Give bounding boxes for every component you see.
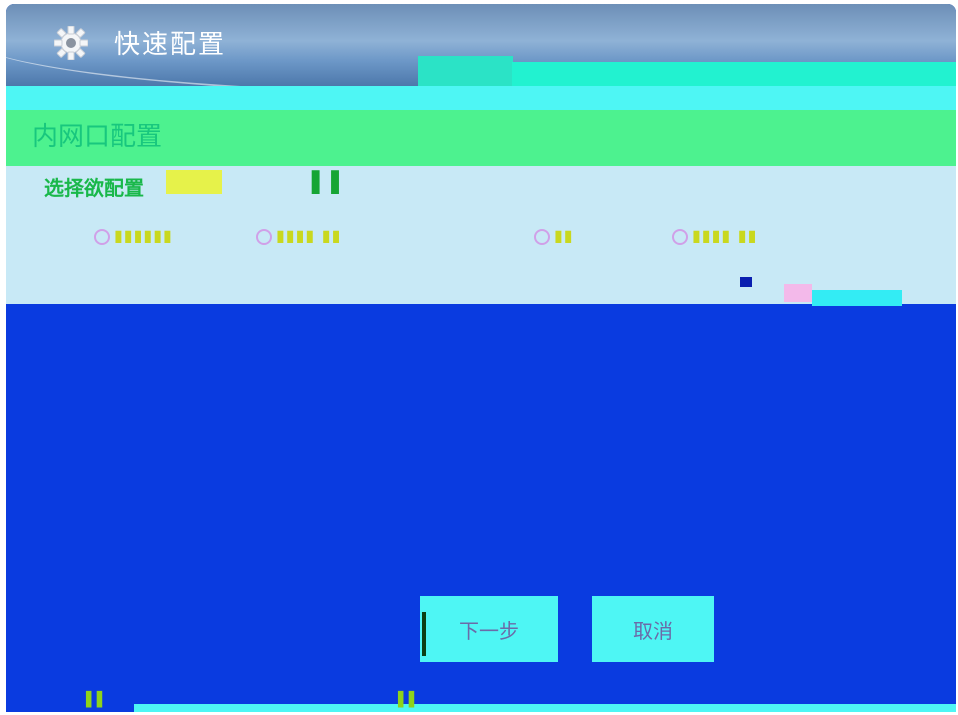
status-marker [740, 277, 752, 287]
gear-icon [54, 26, 88, 60]
config-prompt: 选择欲配置 [44, 176, 144, 200]
title-glitch-block [418, 56, 513, 86]
button-edge [422, 612, 426, 656]
section-title: 内网口配置 [32, 122, 163, 152]
header-band [6, 86, 956, 110]
interface-option-2[interactable]: ▮▮▮▮ ▮▮ [256, 226, 341, 252]
title-bar: 快速配置 [6, 4, 956, 96]
prompt-highlight [166, 170, 222, 194]
option-2-glyphs: ▮▮▮▮ ▮▮ [276, 226, 342, 245]
radio-icon[interactable] [534, 228, 550, 245]
radio-icon[interactable] [94, 228, 110, 245]
interface-option-3[interactable]: ▮▮ [534, 226, 574, 252]
interface-option-1[interactable]: ▮▮▮▮▮▮ [94, 226, 173, 252]
prompt-artifact: ▌▌ [312, 170, 351, 194]
status-highlight [784, 284, 812, 302]
option-3-glyphs: ▮▮ [554, 226, 574, 245]
footer-strip [134, 704, 956, 712]
option-4-glyphs: ▮▮▮▮ ▮▮ [692, 226, 758, 245]
cancel-button[interactable]: 取消 [590, 594, 716, 664]
interface-option-4[interactable]: ▮▮▮▮ ▮▮ [672, 226, 757, 252]
quick-config-window: 快速配置 内网口配置 选择欲配置 ▌▌ ▮▮▮▮▮▮ ▮▮▮▮ ▮▮ ▮▮ ▮▮… [6, 4, 956, 712]
radio-icon[interactable] [672, 228, 688, 245]
radio-icon[interactable] [256, 228, 272, 245]
next-button-label: 下一步 [459, 618, 519, 643]
title-strip [512, 62, 956, 86]
option-1-glyphs: ▮▮▮▮▮▮ [114, 226, 173, 245]
cancel-button-label: 取消 [633, 618, 673, 643]
footer-marker-mid: ▌▌ [398, 692, 420, 708]
window-title: 快速配置 [114, 30, 227, 60]
next-button[interactable]: 下一步 [418, 594, 560, 664]
status-bar [812, 290, 902, 306]
footer-marker-left: ▌▌ [86, 692, 108, 708]
